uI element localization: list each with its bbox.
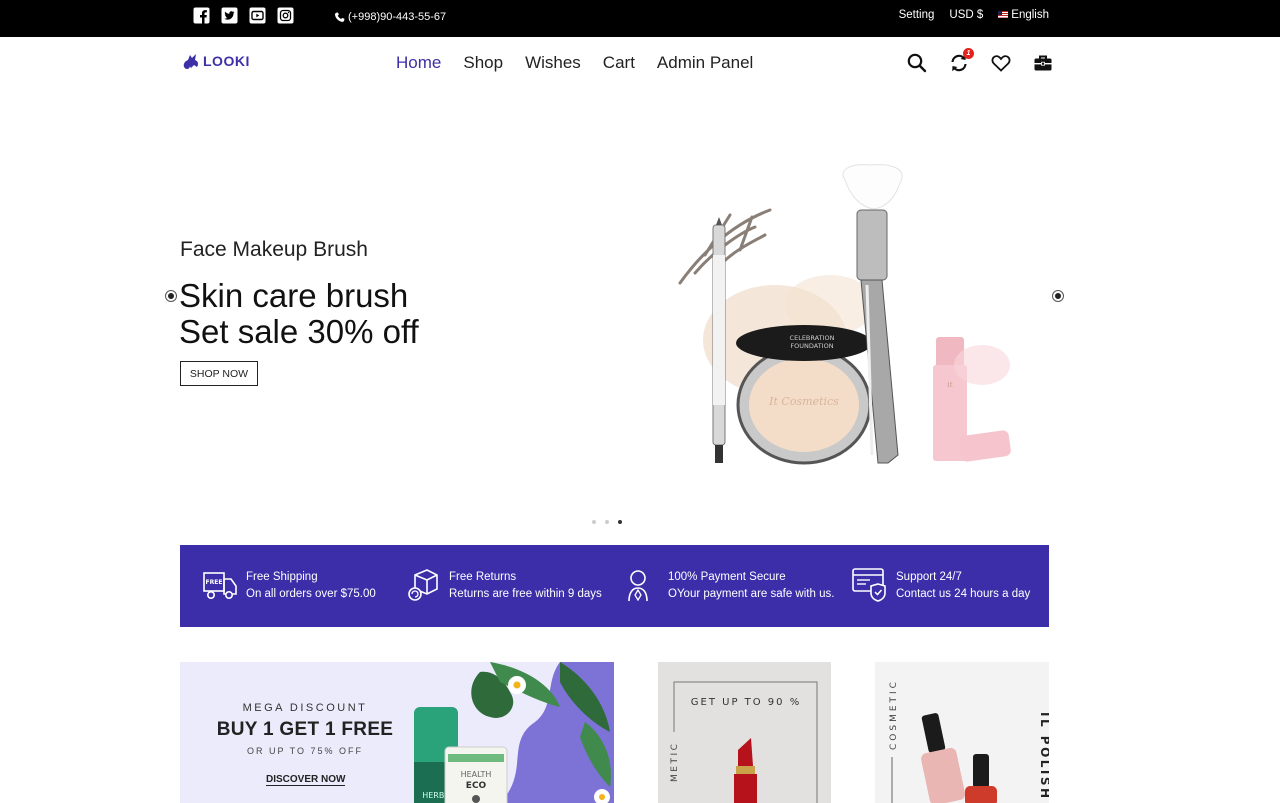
discover-now-link[interactable]: DISCOVER NOW [266,774,346,786]
svg-text:FOUNDATION: FOUNDATION [790,342,833,350]
top-right-menu: Setting USD $ English [899,9,1049,21]
twitter-icon[interactable] [221,7,238,24]
secure-payment-icon [628,570,648,602]
banner1-subline: OR UP TO 75% OFF [246,746,364,756]
search-icon[interactable] [906,52,928,74]
hero-subtitle: Face Makeup Brush [180,238,368,261]
feature-title: Free Returns [449,571,517,583]
feature-free-shipping: FREE Free Shipping On all orders over $7… [202,567,376,603]
hero-title: Skin care brush Set sale 30% off [179,278,419,350]
svg-text:HEALTH: HEALTH [461,770,492,779]
promo-banner-lipstick[interactable]: GET UP TO 90 % METIC [658,662,831,803]
banner1-image: HERBA HEALTH ECO [414,662,614,803]
nav-shop[interactable]: Shop [463,53,503,73]
feature-title: Free Shipping [246,571,318,583]
carousel-dot-3[interactable] [618,520,622,524]
svg-text:It Cosmetics: It Cosmetics [768,395,839,408]
hero-next-arrow[interactable] [1052,290,1064,302]
shop-now-button[interactable]: SHOP NOW [180,361,258,386]
top-bar: (+998)90-443-55-67 Setting USD $ English [0,0,1280,37]
feature-text: Free Returns Returns are free within 9 d… [449,569,602,603]
logo[interactable]: LOOKI [181,52,250,70]
svg-text:it: it [947,381,952,389]
banner1-headline: BUY 1 GET 1 FREE [216,719,394,740]
feature-text: Free Shipping On all orders over $75.00 [246,569,376,603]
feature-desc: OYour payment are safe with us. [668,588,835,600]
return-box-icon [408,569,438,601]
feature-payment-secure: 100% Payment Secure OYour payment are sa… [624,567,834,603]
header-actions: 1 [906,48,1054,74]
briefcase-icon[interactable] [1032,52,1054,74]
banner2-image: GET UP TO 90 % METIC [668,681,818,803]
svg-text:METIC: METIC [670,742,680,782]
banner3-image: COSMETIC IL POLISH [889,679,1049,803]
logo-icon [183,54,199,69]
logo-text: LOOKI [203,53,250,69]
nav-wishes[interactable]: Wishes [525,53,581,73]
nav-admin-panel[interactable]: Admin Panel [657,53,753,73]
phone-icon [334,11,345,22]
feature-text: Support 24/7 Contact us 24 hours a day [896,569,1030,603]
feature-text: 100% Payment Secure OYour payment are sa… [668,569,834,603]
language-label: English [1011,9,1049,21]
us-flag-icon [998,11,1009,19]
svg-text:ECO: ECO [466,781,487,791]
heart-icon[interactable] [990,52,1012,74]
feature-support: Support 24/7 Contact us 24 hours a day [852,567,1030,603]
truck-icon: FREE [203,572,237,599]
main-nav: Home Shop Wishes Cart Admin Panel [396,53,753,73]
promo-banner-mega-discount[interactable]: HERBA HEALTH ECO MEGA DISCOUNT BUY 1 GET… [180,662,614,803]
youtube-icon[interactable] [249,7,266,24]
language-select[interactable]: English [998,9,1049,21]
carousel-dot-1[interactable] [592,520,596,524]
hero-title-line1: Skin care brush [179,277,409,314]
carousel-dots [592,520,622,524]
carousel-dot-2[interactable] [605,520,609,524]
banner1-eyebrow: MEGA DISCOUNT [242,702,368,714]
hero-prev-arrow[interactable] [165,290,177,302]
feature-desc: Returns are free within 9 days [449,588,602,600]
phone-text: (+998)90-443-55-67 [348,11,447,23]
svg-text:COSMETIC: COSMETIC [889,679,899,750]
facebook-icon[interactable] [193,7,210,24]
svg-text:IL POLISH: IL POLISH [1038,712,1049,801]
feature-title: Support 24/7 [896,571,962,583]
hero-title-line2: Set sale 30% off [179,313,419,350]
feature-free-returns: Free Returns Returns are free within 9 d… [405,567,602,603]
feature-title: 100% Payment Secure [668,571,786,583]
phone-number: (+998)90-443-55-67 [334,11,446,23]
svg-text:CELEBRATION: CELEBRATION [790,334,835,342]
support-icon [852,568,886,602]
feature-desc: On all orders over $75.00 [246,588,376,600]
features-bar: FREE Free Shipping On all orders over $7… [180,545,1049,627]
promo-banner-nail-polish[interactable]: COSMETIC IL POLISH [875,662,1049,803]
svg-text:FREE: FREE [206,579,223,586]
social-links [193,7,294,24]
feature-desc: Contact us 24 hours a day [896,588,1031,600]
hero-product-image: It Cosmetics CELEBRATION FOUNDATION it [660,155,1025,480]
nav-home[interactable]: Home [396,53,441,73]
banner2-text: GET UP TO 90 % [691,697,801,708]
setting-link[interactable]: Setting [899,9,935,21]
nav-cart[interactable]: Cart [603,53,635,73]
compare-icon[interactable]: 1 [948,48,974,74]
currency-select[interactable]: USD $ [949,9,983,21]
instagram-icon[interactable] [277,7,294,24]
compare-badge: 1 [963,48,974,59]
